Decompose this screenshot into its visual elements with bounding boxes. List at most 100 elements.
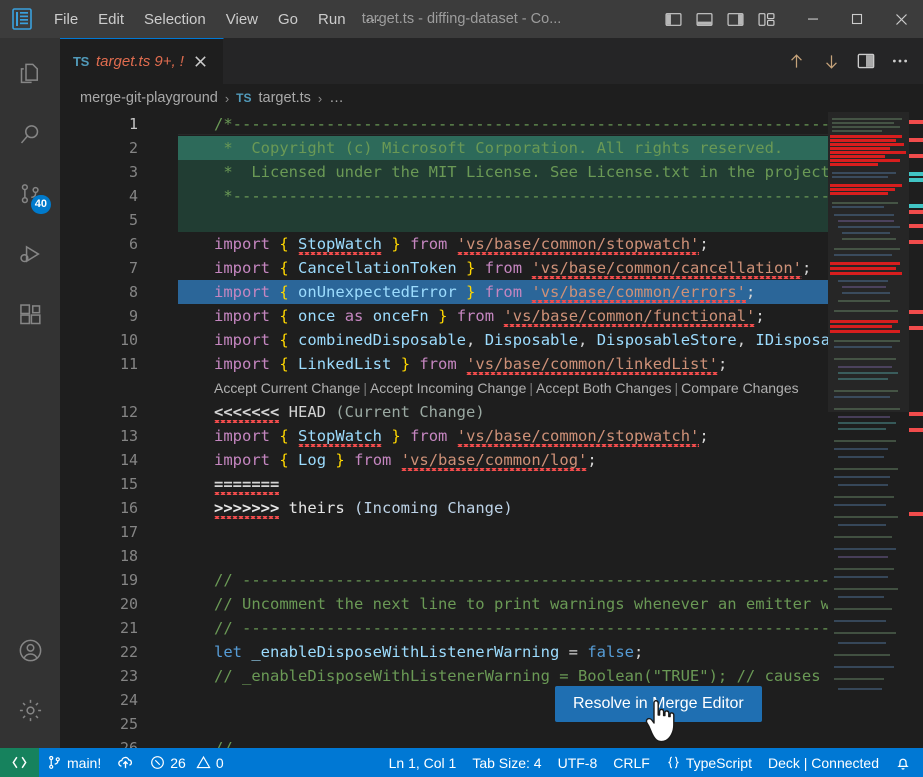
- accept-incoming-change-link[interactable]: Accept Incoming Change: [370, 380, 526, 396]
- menu-selection[interactable]: Selection: [134, 7, 216, 32]
- tab-target-ts[interactable]: TS target.ts 9+, !: [60, 38, 224, 84]
- overview-ruler[interactable]: [909, 112, 923, 748]
- problems-status-item[interactable]: 26 0: [142, 748, 231, 777]
- code-line-24: [178, 688, 923, 712]
- arrow-down-icon[interactable]: [822, 52, 841, 71]
- line-number: 24: [68, 688, 138, 712]
- accept-current-change-link[interactable]: Accept Current Change: [214, 380, 360, 396]
- line-number: 10: [68, 328, 138, 352]
- sidebar-item-extensions[interactable]: [0, 284, 60, 344]
- sidebar-item-explorer[interactable]: [0, 44, 60, 104]
- toggle-primary-sidebar-icon[interactable]: [665, 11, 682, 28]
- line-number: 17: [68, 520, 138, 544]
- customize-layout-icon[interactable]: [758, 11, 775, 28]
- ellipsis-icon[interactable]: [891, 52, 909, 70]
- sidebar-item-source-control[interactable]: 40: [0, 164, 60, 224]
- menu-view[interactable]: View: [216, 7, 268, 32]
- title-bar: File Edit Selection View Go Run ··· targ…: [0, 0, 923, 38]
- overview-error-mark: [909, 240, 923, 244]
- menu-edit[interactable]: Edit: [88, 7, 134, 32]
- sidebar-item-search[interactable]: [0, 104, 60, 164]
- cursor-position-item[interactable]: Ln 1, Col 1: [381, 748, 465, 777]
- line-number-gutter: 1 2 3 4 5 6 7 8 9 10 11 12 13 14 15 16 1: [60, 112, 178, 748]
- overview-conflict-mark: [909, 172, 923, 176]
- toggle-secondary-sidebar-icon[interactable]: [727, 11, 744, 28]
- line-number: 9: [68, 304, 138, 328]
- code-line-3: * Licensed under the MIT License. See Li…: [178, 160, 923, 184]
- line-number: 4: [68, 184, 138, 208]
- workbench-body: 40: [0, 38, 923, 748]
- line-number: 8: [68, 280, 138, 304]
- vscode-logo-icon: [0, 8, 44, 30]
- tab-size-item[interactable]: Tab Size: 4: [464, 748, 549, 777]
- line-number: 20: [68, 592, 138, 616]
- language-mode-item[interactable]: TypeScript: [658, 748, 760, 777]
- line-number: 11: [68, 352, 138, 376]
- status-bar-right: Ln 1, Col 1 Tab Size: 4 UTF-8 CRLF TypeS…: [381, 748, 923, 777]
- menu-go[interactable]: Go: [268, 7, 308, 32]
- notifications-bell-button[interactable]: [887, 748, 919, 777]
- code-line-12: <<<<<<< HEAD (Current Change): [178, 400, 923, 424]
- code-content[interactable]: /*--------------------------------------…: [178, 112, 923, 748]
- close-button[interactable]: [879, 0, 923, 38]
- compare-changes-link[interactable]: Compare Changes: [681, 380, 799, 396]
- minimap-content: [830, 114, 905, 748]
- codelens-separator-3: |: [671, 380, 681, 396]
- line-number: 18: [68, 544, 138, 568]
- line-number: 14: [68, 448, 138, 472]
- accounts-button[interactable]: [0, 620, 60, 680]
- code-line-16: >>>>>>> theirs (Incoming Change): [178, 496, 923, 520]
- overview-error-mark: [909, 154, 923, 158]
- sync-changes-button[interactable]: [109, 748, 142, 777]
- code-line-8: import { onUnexpectedError } from 'vs/ba…: [178, 280, 923, 304]
- breadcrumb-item-file[interactable]: target.ts: [259, 90, 311, 106]
- line-number: 7: [68, 256, 138, 280]
- branch-name: main!: [67, 755, 101, 771]
- breadcrumb-item-symbol[interactable]: …: [329, 90, 344, 106]
- typescript-file-icon: TS: [73, 54, 89, 69]
- code-line-11: import { LinkedList } from 'vs/base/comm…: [178, 352, 923, 376]
- line-number: 1: [68, 112, 138, 136]
- sidebar-item-run-and-debug[interactable]: [0, 224, 60, 284]
- editor-actions: [787, 38, 923, 84]
- eol-item[interactable]: CRLF: [605, 748, 658, 777]
- code-line-5: [178, 208, 923, 232]
- line-number: 15: [68, 472, 138, 496]
- deck-status-item[interactable]: Deck | Connected: [760, 748, 887, 777]
- minimize-button[interactable]: [791, 0, 835, 38]
- menu-run[interactable]: Run: [308, 7, 356, 32]
- code-line-6: import { StopWatch } from 'vs/base/commo…: [178, 232, 923, 256]
- line-number: 25: [68, 712, 138, 736]
- codelens-separator-2: |: [526, 380, 536, 396]
- code-line-7: import { CancellationToken } from 'vs/ba…: [178, 256, 923, 280]
- code-line-19: // -------------------------------------…: [178, 568, 923, 592]
- activity-bar: 40: [0, 38, 60, 748]
- activity-bar-top: 40: [0, 38, 60, 344]
- minimap[interactable]: [828, 112, 909, 748]
- resolve-in-merge-editor-button[interactable]: Resolve in Merge Editor: [555, 686, 762, 722]
- remote-indicator-button[interactable]: [0, 748, 39, 777]
- split-editor-icon[interactable]: [857, 52, 875, 70]
- line-number: 6: [68, 232, 138, 256]
- branch-status-item[interactable]: main!: [39, 748, 109, 777]
- arrow-up-icon[interactable]: [787, 52, 806, 71]
- code-line-17: [178, 520, 923, 544]
- status-bar: main! 26 0: [0, 748, 923, 777]
- accept-both-changes-link[interactable]: Accept Both Changes: [536, 380, 671, 396]
- breadcrumb-item-folder[interactable]: merge-git-playground: [80, 90, 218, 106]
- toggle-panel-icon[interactable]: [696, 11, 713, 28]
- language-name: TypeScript: [686, 755, 752, 771]
- menu-more[interactable]: ···: [356, 7, 391, 32]
- code-line-13: import { StopWatch } from 'vs/base/commo…: [178, 424, 923, 448]
- maximize-button[interactable]: [835, 0, 879, 38]
- encoding-item[interactable]: UTF-8: [550, 748, 606, 777]
- menu-file[interactable]: File: [44, 7, 88, 32]
- gear-icon[interactable]: [0, 680, 60, 740]
- line-number: 5: [68, 208, 138, 232]
- close-icon[interactable]: [191, 52, 211, 72]
- code-line-21: // -------------------------------------…: [178, 616, 923, 640]
- source-control-badge: 40: [31, 195, 51, 214]
- typescript-file-icon: TS: [236, 91, 251, 105]
- overview-error-mark: [909, 224, 923, 228]
- code-editor[interactable]: 1 2 3 4 5 6 7 8 9 10 11 12 13 14 15 16 1: [60, 112, 923, 748]
